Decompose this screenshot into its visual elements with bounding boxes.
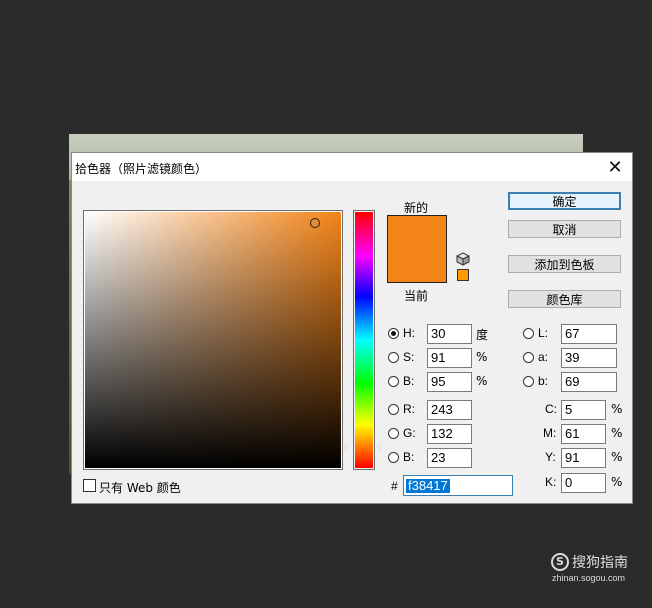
s-input[interactable]: 91 <box>427 348 472 368</box>
hsb-b-input[interactable]: 95 <box>427 372 472 392</box>
y-label: Y: <box>545 450 556 464</box>
websafe-color-swatch[interactable] <box>457 269 469 281</box>
c-label: C: <box>545 402 557 416</box>
hue-slider-right-arrow[interactable] <box>375 442 382 452</box>
hex-label: # <box>391 479 398 493</box>
web-only-checkbox[interactable] <box>83 479 96 492</box>
cancel-button[interactable]: 取消 <box>508 220 621 238</box>
k-label: K: <box>545 475 557 489</box>
lab-b-input[interactable]: 69 <box>561 372 617 392</box>
add-to-swatches-button[interactable]: 添加到色板 <box>508 255 621 273</box>
hex-input[interactable]: f38417 <box>403 475 513 496</box>
h-radio[interactable] <box>388 328 399 339</box>
k-input[interactable]: 0 <box>561 473 606 493</box>
hsb-b-radio[interactable] <box>388 376 399 387</box>
hex-value: f38417 <box>406 478 450 493</box>
hue-slider[interactable] <box>355 212 373 468</box>
title-bar[interactable]: 拾色器（照片滤镜颜色） ✕ <box>72 153 632 181</box>
current-color-label: 当前 <box>404 289 429 303</box>
web-only-label[interactable]: 只有 Web 颜色 <box>99 479 181 496</box>
sogou-logo-icon: S <box>551 553 569 571</box>
color-picker-dialog: 拾色器（照片滤镜颜色） ✕ 新的 当前 确定 取消 添加到色板 颜色库 H: 3… <box>71 152 633 504</box>
hue-slider-frame <box>353 210 375 470</box>
h-unit: 度 <box>476 328 489 342</box>
c-input[interactable]: 5 <box>561 400 606 420</box>
websafe-cube-icon[interactable] <box>456 252 470 266</box>
y-input[interactable]: 91 <box>561 448 606 468</box>
lab-a-label: a: <box>538 350 549 364</box>
color-field-frame <box>83 210 343 470</box>
y-unit: % <box>611 450 623 464</box>
lab-l-input[interactable]: 67 <box>561 324 617 344</box>
rgb-b-label: B: <box>403 450 415 464</box>
dialog-title: 拾色器（照片滤镜颜色） <box>75 162 208 176</box>
hsb-b-label: B: <box>403 374 415 388</box>
m-input[interactable]: 61 <box>561 424 606 444</box>
color-libraries-button[interactable]: 颜色库 <box>508 290 621 308</box>
lab-b-radio[interactable] <box>523 376 534 387</box>
lab-l-radio[interactable] <box>523 328 534 339</box>
k-unit: % <box>611 475 623 489</box>
lab-l-label: L: <box>538 326 549 340</box>
c-unit: % <box>611 402 623 416</box>
watermark-url: zhinan.sogou.com <box>552 573 626 583</box>
h-label: H: <box>403 326 415 340</box>
watermark-name: 搜狗指南 <box>572 555 628 571</box>
hsb-b-unit: % <box>476 374 488 388</box>
r-radio[interactable] <box>388 404 399 415</box>
color-field-cursor[interactable] <box>310 218 320 228</box>
s-radio[interactable] <box>388 352 399 363</box>
close-icon: ✕ <box>607 156 623 177</box>
hue-slider-left-arrow[interactable] <box>344 442 351 452</box>
lab-a-radio[interactable] <box>523 352 534 363</box>
rgb-b-input[interactable]: 23 <box>427 448 472 468</box>
g-radio[interactable] <box>388 428 399 439</box>
color-field[interactable] <box>85 212 341 468</box>
close-button[interactable]: ✕ <box>598 153 632 181</box>
s-label: S: <box>403 350 415 364</box>
g-label: G: <box>403 426 416 440</box>
new-color-label: 新的 <box>404 201 429 215</box>
new-color-swatch <box>387 215 447 283</box>
s-unit: % <box>476 350 488 364</box>
r-label: R: <box>403 402 415 416</box>
watermark: S 搜狗指南 zhinan.sogou.com <box>551 552 631 586</box>
rgb-b-radio[interactable] <box>388 452 399 463</box>
m-label: M: <box>543 426 557 440</box>
lab-b-label: b: <box>538 374 549 388</box>
lab-a-input[interactable]: 39 <box>561 348 617 368</box>
m-unit: % <box>611 426 623 440</box>
g-input[interactable]: 132 <box>427 424 472 444</box>
ok-button[interactable]: 确定 <box>508 192 621 210</box>
r-input[interactable]: 243 <box>427 400 472 420</box>
h-input[interactable]: 30 <box>427 324 472 344</box>
